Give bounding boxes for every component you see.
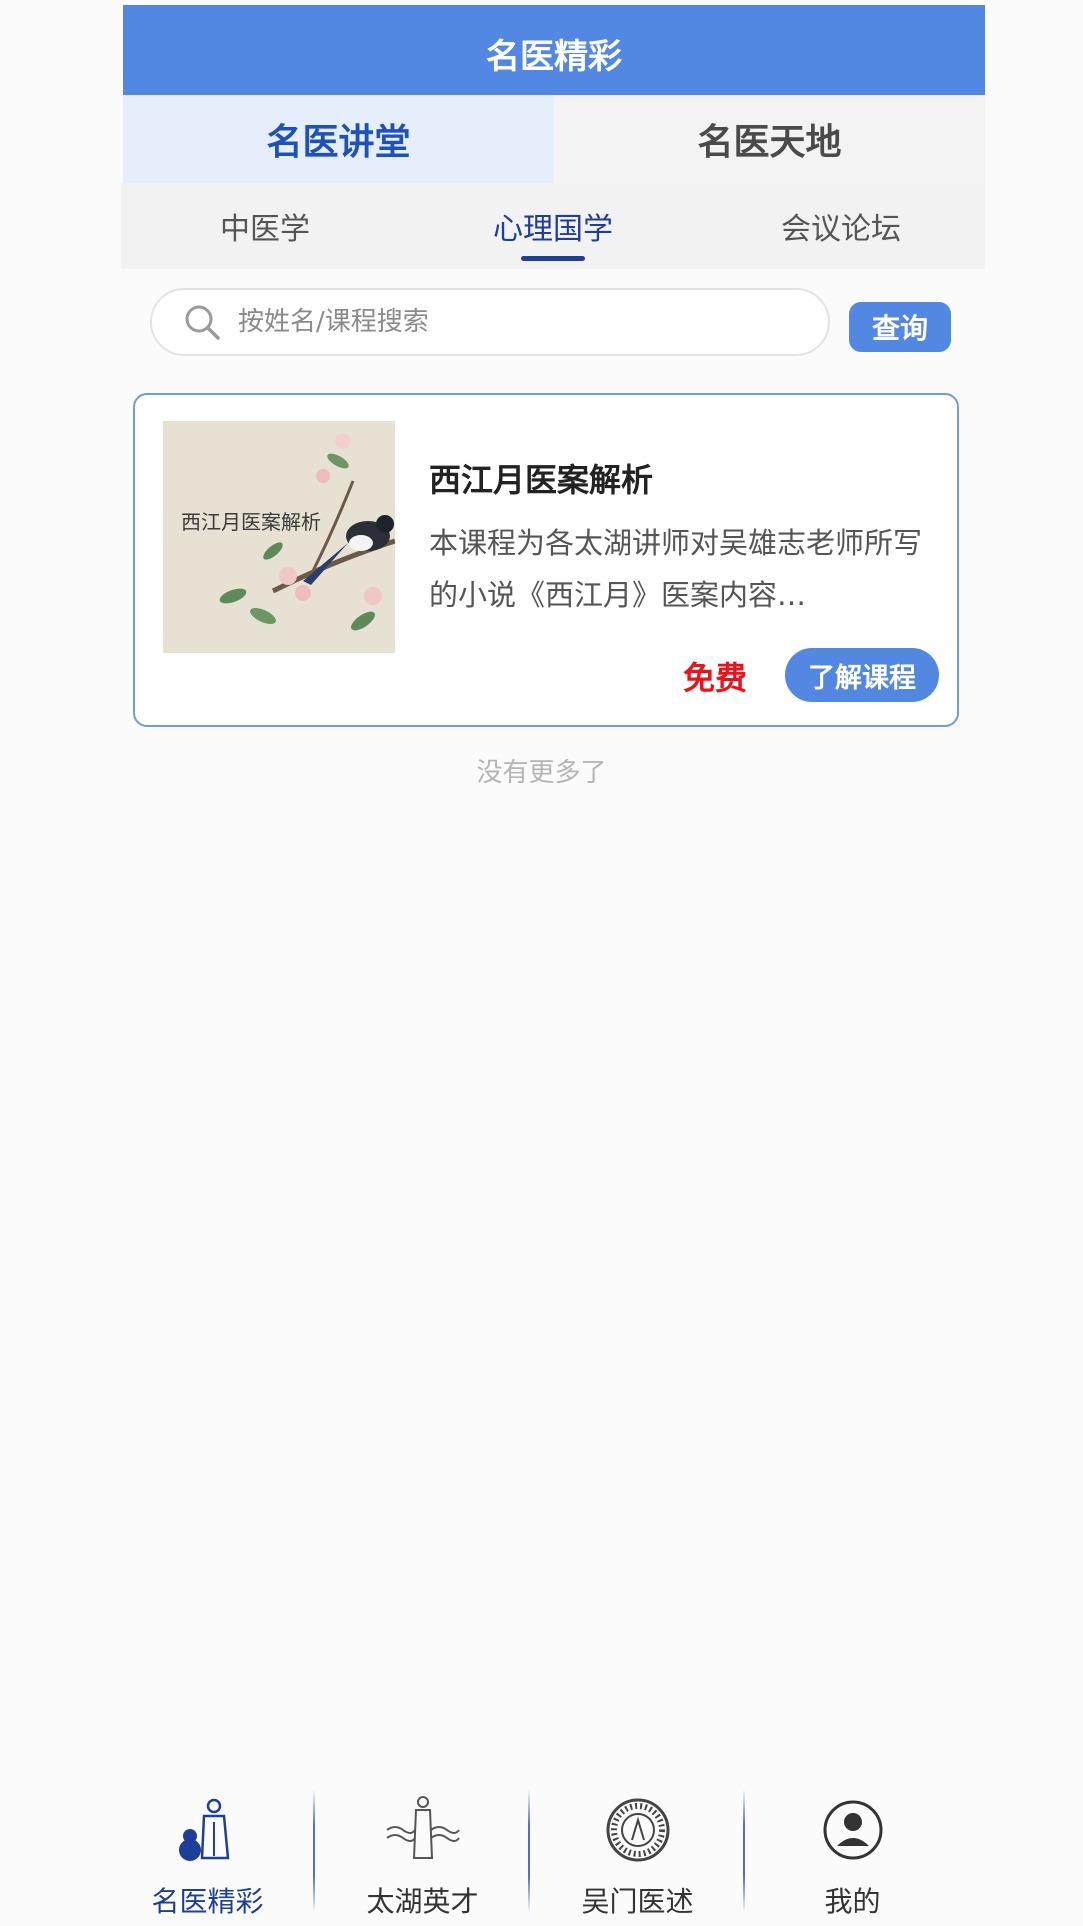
nav-label: 吴门医述 [581, 1885, 694, 1918]
nav-item-mine[interactable]: 我的 [745, 1780, 960, 1926]
sub-tabs: 中医学 心理国学 会议论坛 [121, 183, 985, 269]
search-input[interactable] [236, 306, 828, 338]
thumbnail-calligraphy: 西江月医案解析 [181, 510, 321, 534]
course-card[interactable]: 西江月医案解析 西江月医案解析 本课程为各太湖讲师对吴雄志老师所写的小说《西江月… [133, 393, 959, 727]
nav-item-wumen-medicine[interactable]: 吴门医述 [530, 1780, 745, 1926]
nav-label: 太湖英才 [366, 1885, 479, 1918]
bottom-nav: 名医精彩 太湖英才 吴门医述 我的 [100, 1780, 960, 1926]
learn-course-button[interactable]: 了解课程 [785, 648, 939, 702]
learn-course-button-label: 了解课程 [808, 662, 916, 694]
subtab-label: 中医学 [220, 212, 310, 247]
course-thumbnail: 西江月医案解析 [163, 421, 395, 653]
nav-item-taihu-talents[interactable]: 太湖英才 [315, 1780, 530, 1926]
course-price: 免费 [683, 659, 748, 697]
subtab-label: 心理国学 [493, 212, 613, 247]
app-root: 名医精彩 名医讲堂 名医天地 中医学 心理国学 会议论坛 查询 [0, 0, 1083, 1926]
subtab-chinese-medicine[interactable]: 中医学 [121, 183, 409, 269]
tab-famous-doctor-world[interactable]: 名医天地 [554, 95, 985, 183]
search-icon [185, 305, 220, 340]
nav-label: 名医精彩 [151, 1885, 264, 1918]
user-profile-icon [823, 1800, 882, 1860]
course-description: 本课程为各太湖讲师对吴雄志老师所写的小说《西江月》医案内容… [429, 526, 923, 612]
emblem-seal-icon [606, 1798, 669, 1862]
magpie-painting-image: 西江月医案解析 [163, 421, 395, 653]
query-button[interactable]: 查询 [849, 302, 951, 352]
main-tabs: 名医讲堂 名医天地 [123, 95, 985, 183]
tab-famous-doctor-lectures[interactable]: 名医讲堂 [123, 95, 554, 183]
tab-label: 名医天地 [697, 122, 842, 163]
page-header: 名医精彩 [123, 5, 985, 101]
subtab-psychology-sinology[interactable]: 心理国学 [409, 183, 697, 269]
figure-waves-icon [385, 1796, 460, 1859]
query-button-label: 查询 [871, 312, 928, 345]
nav-item-famous-doctors[interactable]: 名医精彩 [100, 1780, 315, 1926]
page-title: 名医精彩 [486, 36, 622, 77]
doctor-gourd-icon [178, 1798, 229, 1861]
course-title: 西江月医案解析 [429, 461, 654, 499]
search-bar [150, 288, 830, 356]
tab-label: 名医讲堂 [266, 122, 411, 163]
subtab-label: 会议论坛 [781, 212, 901, 247]
list-end-text: 没有更多了 [476, 758, 607, 788]
subtab-conference-forum[interactable]: 会议论坛 [697, 183, 985, 269]
nav-label: 我的 [824, 1885, 881, 1918]
